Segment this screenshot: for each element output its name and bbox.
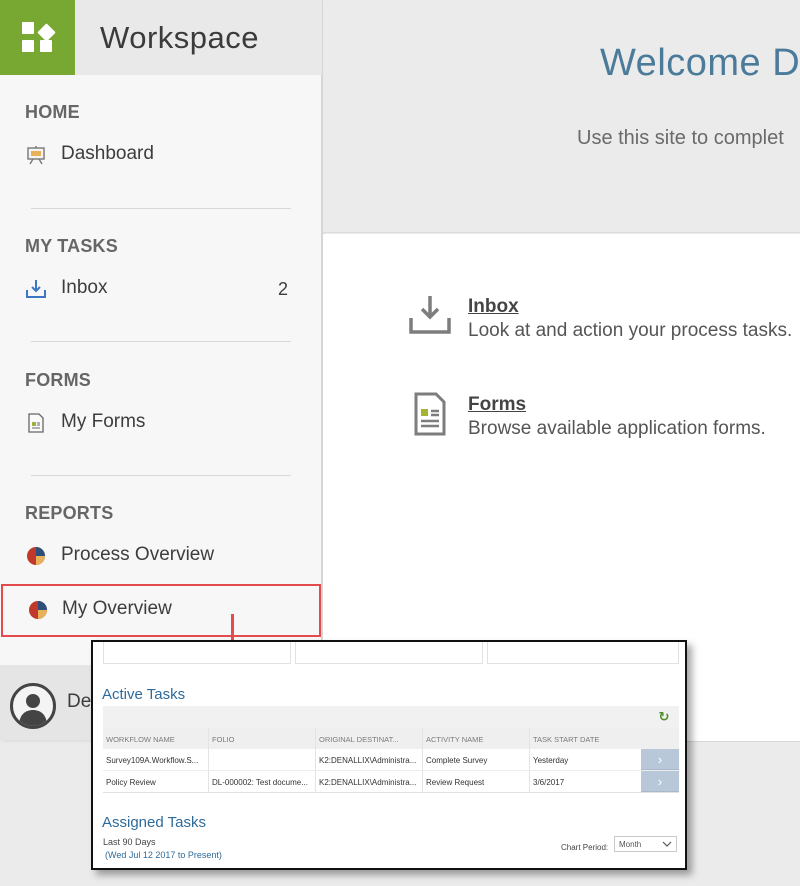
table-cell: Complete Survey [423, 749, 530, 770]
inbox-download-icon [26, 280, 46, 298]
tile-description: Browse available application forms. [468, 418, 766, 439]
sidebar-item-process-overview[interactable]: Process Overview [0, 533, 322, 577]
welcome-heading: Welcome De [600, 42, 800, 84]
date-range-link[interactable]: (Wed Jul 12 2017 to Present) [105, 850, 222, 860]
presentation-board-icon [27, 146, 45, 165]
table-cell: Policy Review [103, 771, 209, 792]
user-silhouette-icon [19, 694, 47, 726]
chevron-right-icon[interactable]: › [641, 749, 679, 770]
section-heading-my-tasks: MY TASKS [25, 236, 118, 256]
chart-period-value: Month [619, 840, 642, 849]
sidebar-item-inbox[interactable]: Inbox 2 [0, 266, 322, 310]
tile-description: Look at and action your process tasks. [468, 320, 793, 341]
workspace-logo-icon[interactable] [0, 0, 75, 75]
divider [31, 341, 291, 342]
form-document-icon [28, 413, 44, 433]
table-cell: DL-000002: Test docume... [209, 771, 316, 792]
section-heading-forms: FORMS [25, 370, 91, 390]
inset-top-strip [103, 642, 679, 664]
active-tasks-title: Active Tasks [102, 686, 186, 703]
tile-title[interactable]: Forms [468, 394, 526, 416]
welcome-subtitle: Use this site to complet [577, 127, 784, 149]
table-cell [209, 749, 316, 770]
column-header[interactable]: TASK START DATE [530, 728, 641, 749]
sidebar-item-label: Process Overview [61, 544, 215, 565]
table-toolbar: ↻ [103, 706, 679, 728]
sidebar-item-label: Dashboard [61, 143, 154, 164]
table-cell: K2:DENALLIX\Administra... [316, 749, 423, 770]
table-cell: Survey109A.Workflow.S... [103, 749, 209, 770]
table-header-row: WORKFLOW NAME FOLIO ORIGINAL DESTINAT...… [103, 728, 679, 749]
divider [31, 208, 291, 209]
column-header[interactable]: WORKFLOW NAME [103, 728, 209, 749]
sidebar-item-my-overview[interactable]: My Overview [1, 584, 321, 637]
table-cell: K2:DENALLIX\Administra... [316, 771, 423, 792]
brand-title: Workspace [100, 20, 259, 55]
section-heading-reports: REPORTS [25, 503, 114, 523]
refresh-icon[interactable]: ↻ [657, 710, 671, 724]
user-name: De [67, 691, 92, 712]
table-cell: 3/6/2017 [533, 778, 565, 787]
table-row[interactable]: Policy Review DL-000002: Test docume... … [103, 771, 679, 793]
table-cell: Yesterday [533, 756, 569, 765]
sidebar-item-label: My Forms [61, 411, 146, 432]
table-cell: Review Request [423, 771, 530, 792]
sidebar-item-dashboard[interactable]: Dashboard [0, 132, 322, 176]
inbox-count-badge: 2 [277, 279, 288, 299]
chevron-down-icon [662, 841, 672, 847]
chart-period-select[interactable]: Month [614, 836, 677, 852]
divider [31, 475, 291, 476]
chart-period-label: Chart Period: [561, 843, 609, 852]
brand-header: Workspace [0, 0, 322, 75]
welcome-banner: Welcome De Use this site to complet [323, 0, 800, 233]
column-header[interactable]: ACTIVITY NAME [423, 728, 530, 749]
forms-icon [414, 392, 446, 436]
section-heading-home: HOME [25, 102, 80, 122]
assigned-tasks-title: Assigned Tasks [102, 814, 206, 831]
tile-title[interactable]: Inbox [468, 296, 519, 318]
column-header[interactable]: ORIGINAL DESTINAT... [316, 728, 423, 749]
sidebar-item-my-forms[interactable]: My Forms [0, 400, 322, 444]
my-overview-preview: Active Tasks ↻ WORKFLOW NAME FOLIO ORIGI… [91, 640, 687, 870]
table-row[interactable]: Survey109A.Workflow.S... K2:DENALLIX\Adm… [103, 749, 679, 771]
column-header[interactable]: FOLIO [209, 728, 316, 749]
sidebar-item-label: Inbox [61, 277, 108, 298]
inbox-tray-icon [409, 296, 451, 334]
tile-forms[interactable]: Forms Browse available application forms… [408, 392, 800, 452]
sidebar-item-label: My Overview [62, 598, 172, 619]
last-days-label: Last 90 Days [103, 837, 156, 847]
pie-chart-icon [27, 547, 45, 565]
tile-inbox[interactable]: Inbox Look at and action your process ta… [408, 294, 800, 354]
sidebar: Workspace HOME Dashboard MY TASKS Inbox … [0, 0, 322, 740]
pie-chart-icon [29, 601, 47, 619]
chevron-right-icon[interactable]: › [641, 771, 679, 792]
avatar[interactable] [10, 683, 56, 729]
